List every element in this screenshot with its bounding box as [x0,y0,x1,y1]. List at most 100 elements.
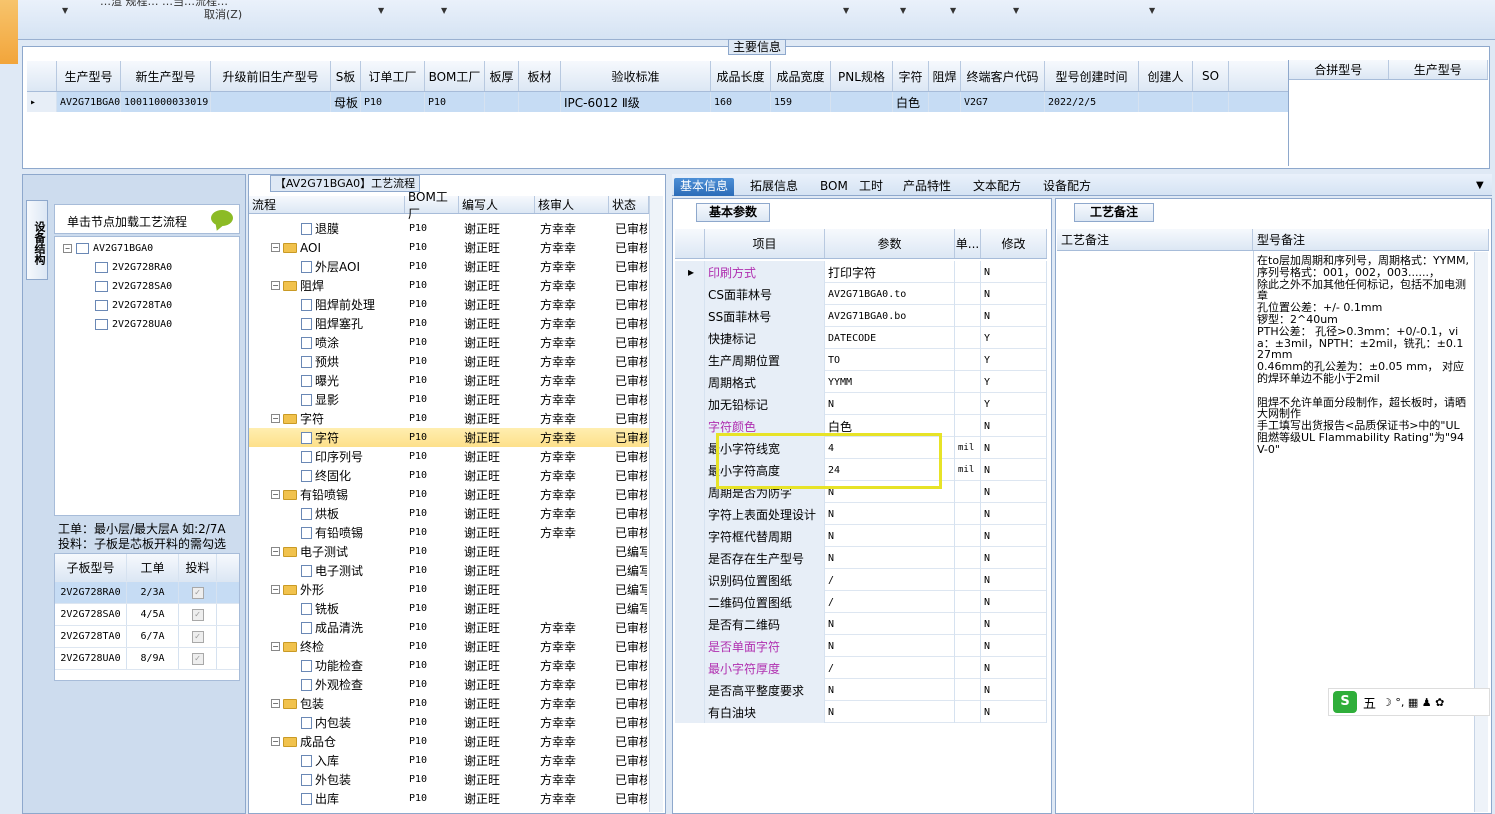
table-cell[interactable] [831,92,893,112]
param-row[interactable]: 有白油块 N N [675,701,1047,723]
param-row[interactable]: 字符框代替周期 N N [675,525,1047,547]
param-modify[interactable]: Y [981,349,1047,371]
table-row[interactable]: 2V2G728TA0 6/7A ✓ [55,626,239,648]
col-header[interactable]: 生产型号 [57,61,121,91]
col-header-bom[interactable]: BOM工厂 [405,190,459,221]
col-header[interactable]: 成品长度 [711,61,771,91]
process-node[interactable]: 成品清洗 [301,619,363,636]
param-row[interactable]: 是否存在生产型号 N N [675,547,1047,569]
col-header-param[interactable]: 参数 [825,229,955,258]
table-cell[interactable]: 母板 [331,92,361,112]
tab-detail[interactable]: 文本配方 [967,178,1027,196]
col-header-process-note[interactable]: 工艺备注 [1057,229,1253,250]
param-value[interactable]: N [825,679,955,701]
model-note-text[interactable]: 在to层加周期和序列号，周期格式：YYMM,序列号格式：001，002，003.… [1257,255,1469,456]
collapse-icon[interactable]: − [271,737,280,746]
collapse-icon[interactable]: − [271,642,280,651]
param-value[interactable]: 打印字符 [825,261,955,283]
process-row[interactable]: 退膜 P10 谢正旺 方幸幸 已审核 [249,219,649,238]
col-header[interactable]: PNL规格 [831,61,893,91]
process-row[interactable]: 内包装 P10 谢正旺 方幸幸 已审核 [249,713,649,732]
table-cell[interactable]: 2022/2/5 [1045,92,1139,112]
process-node[interactable]: − 成品仓 [271,733,336,750]
col-header[interactable]: 成品宽度 [771,61,831,91]
collapse-icon[interactable]: − [271,414,280,423]
process-node[interactable]: 印序列号 [301,448,363,465]
collapse-icon[interactable]: − [271,585,280,594]
param-modify[interactable]: N [981,679,1047,701]
param-modify[interactable]: N [981,525,1047,547]
col-header[interactable]: 创建人 [1139,61,1193,91]
col-header[interactable]: 终端客户代码 [961,61,1045,91]
param-row[interactable]: 最小字符厚度 / N [675,657,1047,679]
dropdown-arrow-icon[interactable]: ▼ [1013,6,1019,15]
dropdown-arrow-icon[interactable]: ▼ [950,6,956,15]
tree-node[interactable]: 2V2G728SA0 [95,281,172,292]
col-header[interactable]: SO [1193,61,1229,91]
param-value[interactable]: YYMM [825,371,955,393]
col-header-order[interactable]: 工单 [127,554,179,581]
param-modify[interactable]: N [981,459,1047,481]
load-flow-hint[interactable]: 单击节点加载工艺流程 [54,204,240,234]
table-cell[interactable]: 10011000033019 [121,92,211,112]
col-header[interactable]: 订单工厂 [361,61,425,91]
process-node[interactable]: 功能检查 [301,657,363,674]
param-modify[interactable]: N [981,481,1047,503]
remarks-scrollbar[interactable] [1474,252,1488,812]
order-cell[interactable]: 6/7A [127,626,179,647]
table-cell[interactable] [519,92,561,112]
param-row[interactable]: 是否有二维码 N N [675,613,1047,635]
param-modify[interactable]: N [981,415,1047,437]
process-node[interactable]: 有铅喷锡 [301,524,363,541]
col-header[interactable]: 验收标准 [561,61,711,91]
param-modify[interactable]: N [981,437,1047,459]
tab-detail[interactable]: 工时 [853,178,889,196]
process-row[interactable]: − AOI P10 谢正旺 方幸幸 已审核 [249,238,649,257]
table-cell[interactable]: 159 [771,92,831,112]
feed-checkbox[interactable]: ✓ [191,586,204,599]
process-node[interactable]: 喷涂 [301,334,339,351]
process-row[interactable]: 功能检查 P10 谢正旺 方幸幸 已审核 [249,656,649,675]
col-header-sub-model[interactable]: 子板型号 [55,554,127,581]
param-value[interactable]: N [825,635,955,657]
process-row[interactable]: − 阻焊 P10 谢正旺 方幸幸 已审核 [249,276,649,295]
col-header-flow[interactable]: 流程 [249,196,405,213]
tree-node[interactable]: 2V2G728TA0 [95,300,172,311]
param-modify[interactable]: N [981,503,1047,525]
order-cell[interactable]: 4/5A [127,604,179,625]
col-header-writer[interactable]: 编写人 [459,196,535,213]
param-modify[interactable]: N [981,547,1047,569]
table-cell[interactable]: P10 [425,92,485,112]
tree-node[interactable]: 2V2G728RA0 [95,262,172,273]
tab-detail[interactable]: 产品特性 [897,178,957,196]
table-row[interactable]: 2V2G728RA0 2/3A ✓ [55,582,239,604]
feed-checkbox-cell[interactable]: ✓ [179,626,217,647]
param-value[interactable]: / [825,591,955,613]
process-node[interactable]: 阻焊塞孔 [301,315,363,332]
col-header[interactable]: 板材 [519,61,561,91]
process-node[interactable]: − 阻焊 [271,277,324,294]
table-row[interactable]: 2V2G728UA0 8/9A ✓ [55,648,239,670]
param-modify[interactable]: N [981,283,1047,305]
tree-node[interactable]: 2V2G728UA0 [95,319,172,330]
process-node[interactable]: 终固化 [301,467,351,484]
process-row[interactable]: 终固化 P10 谢正旺 方幸幸 已审核 [249,466,649,485]
ime-tool-icons[interactable]: ☽ °, ▦ ♟ ✿ [1382,696,1444,709]
table-cell[interactable]: 160 [711,92,771,112]
process-node[interactable]: 退膜 [301,220,339,237]
param-row[interactable]: 二维码位置图纸 / N [675,591,1047,613]
process-row[interactable]: 电子测试 P10 谢正旺 已编写 [249,561,649,580]
col-header[interactable]: 字符 [893,61,929,91]
table-row[interactable]: 2V2G728SA0 4/5A ✓ [55,604,239,626]
col-header[interactable]: 阻焊 [929,61,961,91]
process-row[interactable]: − 终检 P10 谢正旺 方幸幸 已审核 [249,637,649,656]
param-value[interactable]: N [825,393,955,415]
process-row[interactable]: 出库 P10 谢正旺 方幸幸 已审核 [249,789,649,808]
param-row[interactable]: 生产周期位置 TO Y [675,349,1047,371]
process-node[interactable]: 显影 [301,391,339,408]
process-node[interactable]: 出库 [301,790,339,807]
process-node[interactable]: 字符 [301,429,339,446]
table-row[interactable]: ▸ AV2G71BGA0 10011000033019 母板 P10 P10 IPC-601… [27,92,1289,112]
feed-checkbox-cell[interactable]: ✓ [179,604,217,625]
collapse-icon[interactable]: − [271,281,280,290]
